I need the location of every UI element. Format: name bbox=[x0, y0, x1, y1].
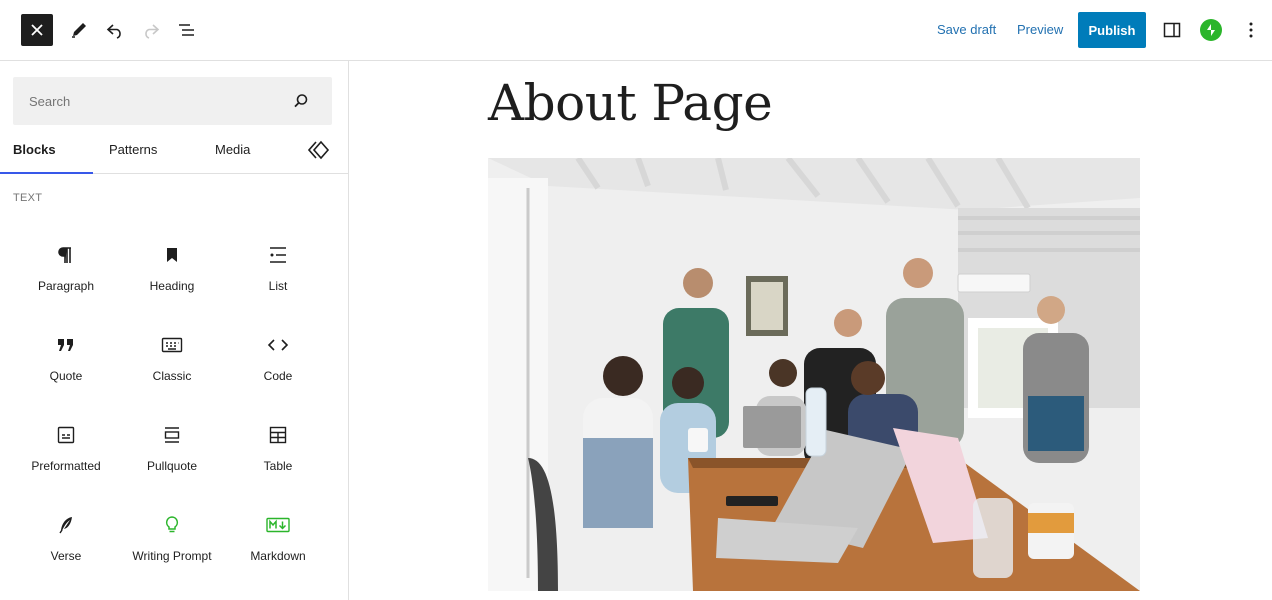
close-icon bbox=[31, 24, 43, 36]
team-photo bbox=[488, 158, 1140, 591]
undo-button[interactable] bbox=[99, 14, 131, 46]
jetpack-icon bbox=[1207, 24, 1215, 36]
block-label: Pullquote bbox=[146, 459, 198, 473]
block-label: Markdown bbox=[250, 549, 306, 563]
block-paragraph[interactable]: Paragraph bbox=[13, 231, 119, 311]
close-inserter-button[interactable] bbox=[21, 14, 53, 46]
block-label: Quote bbox=[49, 369, 83, 383]
block-heading[interactable]: Heading bbox=[119, 231, 225, 311]
block-label: Preformatted bbox=[31, 459, 101, 473]
block-table[interactable]: Table bbox=[225, 411, 331, 491]
search-icon[interactable] bbox=[292, 92, 310, 110]
quote-icon bbox=[54, 333, 78, 357]
verse-icon bbox=[54, 513, 78, 537]
block-preformatted[interactable]: Preformatted bbox=[13, 411, 119, 491]
block-verse[interactable]: Verse bbox=[13, 501, 119, 581]
block-label: List bbox=[268, 279, 288, 293]
block-classic[interactable]: Classic bbox=[119, 321, 225, 401]
classic-icon bbox=[160, 333, 184, 357]
markdown-icon bbox=[266, 513, 290, 537]
block-code[interactable]: Code bbox=[225, 321, 331, 401]
tab-blocks[interactable]: Blocks bbox=[13, 133, 56, 174]
block-label: Table bbox=[263, 459, 293, 473]
jetpack-button[interactable] bbox=[1200, 19, 1222, 41]
block-list[interactable]: List bbox=[225, 231, 331, 311]
list-view-icon bbox=[179, 24, 194, 36]
active-tab-indicator bbox=[0, 172, 93, 174]
block-markdown[interactable]: Markdown bbox=[225, 501, 331, 581]
block-quote[interactable]: Quote bbox=[13, 321, 119, 401]
paragraph-icon bbox=[54, 243, 78, 267]
page-title[interactable]: About Page bbox=[488, 74, 773, 132]
search-box bbox=[13, 77, 332, 125]
block-pullquote[interactable]: Pullquote bbox=[119, 411, 225, 491]
save-draft-button[interactable]: Save draft bbox=[937, 21, 996, 39]
editor-canvas: About Page bbox=[350, 62, 1272, 600]
block-label: Classic bbox=[152, 369, 192, 383]
pencil-icon bbox=[72, 23, 86, 38]
block-inserter-panel: Blocks Patterns Media TEXT Paragraph Hea… bbox=[0, 61, 349, 600]
redo-icon bbox=[145, 24, 160, 39]
inserter-tabs: Blocks Patterns Media bbox=[0, 133, 348, 174]
document-overview-button[interactable] bbox=[171, 14, 203, 46]
sidebar-toggle-icon bbox=[1163, 22, 1181, 38]
tab-media[interactable]: Media bbox=[215, 133, 250, 174]
block-writing-prompt[interactable]: Writing Prompt bbox=[119, 501, 225, 581]
block-label: Heading bbox=[149, 279, 195, 293]
pullquote-icon bbox=[160, 423, 184, 447]
preformatted-icon bbox=[54, 423, 78, 447]
heading-icon bbox=[160, 243, 184, 267]
list-icon bbox=[266, 243, 290, 267]
redo-button[interactable] bbox=[135, 14, 167, 46]
table-icon bbox=[266, 423, 290, 447]
tools-button[interactable] bbox=[63, 14, 95, 46]
block-label: Code bbox=[263, 369, 293, 383]
symbol-icon bbox=[307, 140, 330, 160]
options-menu-button[interactable] bbox=[1235, 14, 1267, 46]
section-title: TEXT bbox=[13, 192, 43, 204]
writing-prompt-icon bbox=[160, 513, 184, 537]
search-input[interactable] bbox=[29, 91, 269, 111]
image-block[interactable] bbox=[488, 158, 1140, 591]
settings-button[interactable] bbox=[1156, 14, 1188, 46]
editor-toolbar: Save draft Preview Publish bbox=[0, 0, 1272, 61]
preview-button[interactable]: Preview bbox=[1017, 21, 1063, 39]
code-icon bbox=[266, 333, 290, 357]
tab-reusable[interactable] bbox=[307, 139, 330, 180]
block-label: Paragraph bbox=[37, 279, 95, 293]
tab-patterns[interactable]: Patterns bbox=[109, 133, 157, 174]
publish-button[interactable]: Publish bbox=[1078, 12, 1146, 48]
block-label: Verse bbox=[50, 549, 82, 563]
undo-icon bbox=[106, 24, 121, 39]
more-vertical-icon bbox=[1249, 22, 1253, 38]
block-label: Writing Prompt bbox=[132, 549, 212, 563]
